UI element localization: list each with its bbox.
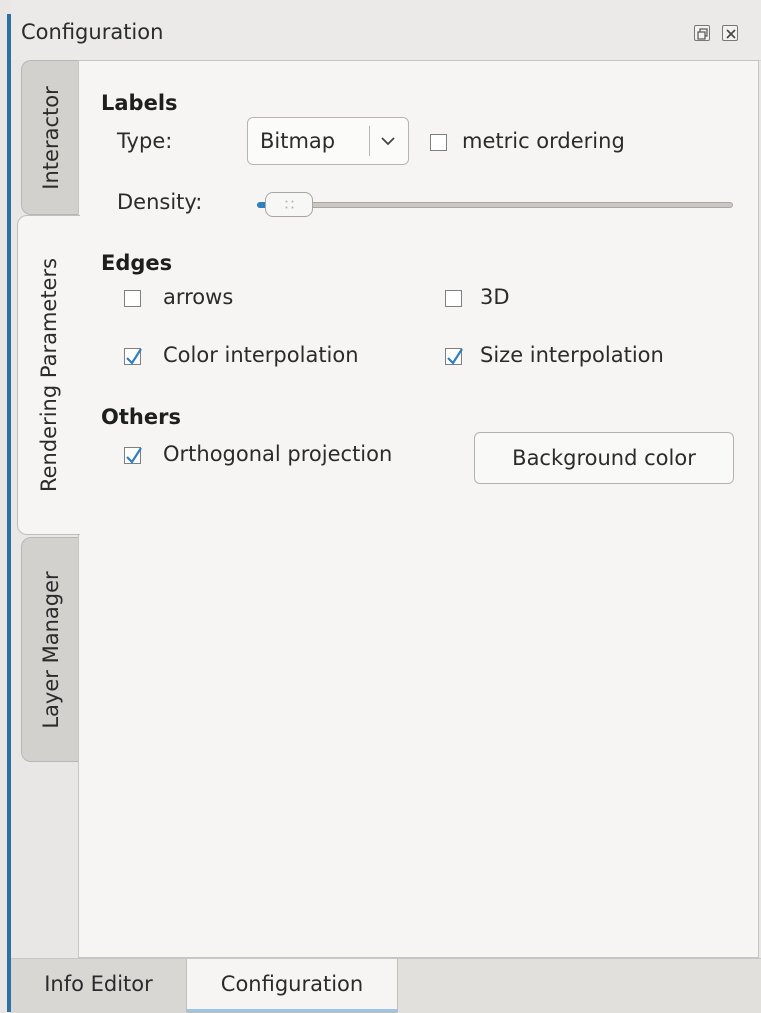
size-interpolation-checkbox[interactable] (445, 348, 463, 365)
tab-configuration[interactable]: Configuration (186, 959, 398, 1013)
check-icon (126, 348, 142, 365)
edges-heading: Edges (101, 251, 173, 275)
labels-heading: Labels (101, 91, 178, 115)
check-icon (126, 447, 142, 464)
background-color-button[interactable]: Background color (474, 432, 734, 484)
tab-rendering-parameters[interactable]: Rendering Parameters (17, 215, 80, 535)
metric-ordering-label: metric ordering (462, 129, 625, 153)
size-interpolation-label: Size interpolation (480, 343, 664, 367)
bottom-tab-bar: Info Editor Configuration (11, 958, 761, 1013)
close-icon[interactable] (722, 25, 738, 41)
arrows-label: arrows (163, 285, 234, 309)
vertical-tab-bar: Interactor Rendering Parameters Layer Ma… (11, 60, 80, 958)
rendering-parameters-panel: Labels Type: Bitmap metric ordering Dens… (78, 60, 759, 958)
density-label: Density: (117, 190, 203, 214)
tab-interactor[interactable]: Interactor (21, 60, 79, 215)
density-slider-track[interactable] (257, 202, 733, 208)
3d-checkbox[interactable] (445, 290, 462, 307)
color-interpolation-label: Color interpolation (163, 343, 359, 367)
check-icon (447, 348, 463, 365)
dock-title: Configuration (21, 20, 164, 44)
tab-layer-manager[interactable]: Layer Manager (21, 537, 79, 762)
tab-layer-manager-label: Layer Manager (38, 570, 63, 729)
color-interpolation-checkbox[interactable] (124, 348, 142, 365)
tab-info-editor[interactable]: Info Editor (11, 959, 186, 1013)
others-heading: Others (101, 405, 181, 429)
density-slider-handle[interactable] (265, 192, 313, 217)
float-icon[interactable] (694, 25, 710, 41)
window-edge (0, 0, 11, 1012)
tab-interactor-label: Interactor (38, 85, 63, 190)
3d-label: 3D (480, 285, 510, 309)
dock-header: Configuration (11, 0, 761, 61)
tab-info-editor-label: Info Editor (44, 972, 153, 996)
tab-rendering-parameters-label: Rendering Parameters (37, 257, 61, 493)
configuration-dock: Configuration Interactor Rendering Param… (0, 0, 761, 1013)
chevron-down-icon (381, 137, 395, 146)
tab-configuration-label: Configuration (220, 972, 364, 996)
grip-icon (285, 200, 294, 209)
orthogonal-projection-label: Orthogonal projection (163, 442, 393, 466)
label-type-value: Bitmap (260, 129, 336, 153)
combo-separator (369, 126, 370, 156)
label-type-select[interactable]: Bitmap (247, 117, 409, 165)
arrows-checkbox[interactable] (124, 290, 141, 307)
metric-ordering-checkbox[interactable] (430, 134, 447, 151)
orthogonal-projection-checkbox[interactable] (124, 447, 142, 464)
type-label: Type: (117, 129, 173, 153)
